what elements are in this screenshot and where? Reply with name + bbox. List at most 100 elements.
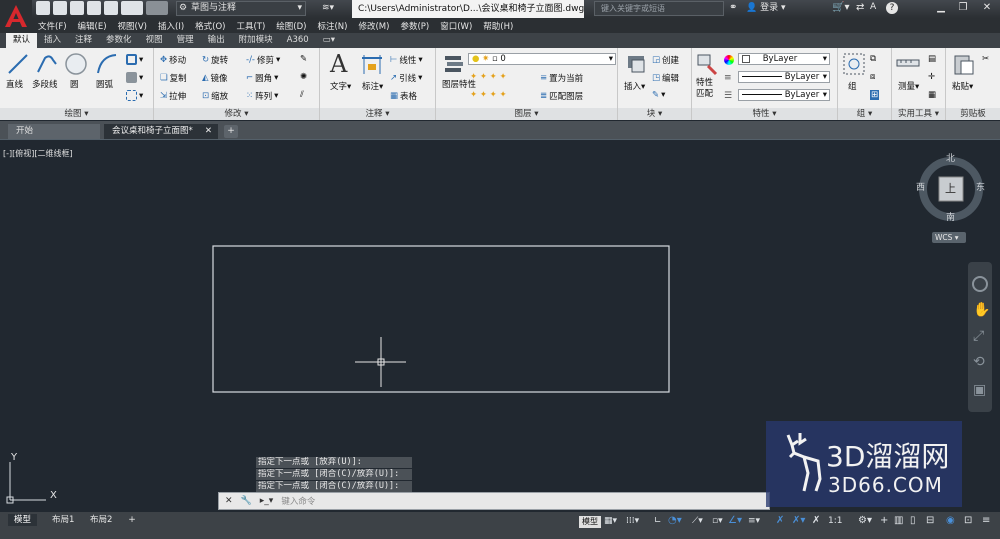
group-button[interactable]: 组: [848, 80, 857, 92]
object-snap-icon[interactable]: ▫▾: [712, 516, 723, 526]
ungroup-icon[interactable]: ⧉: [870, 54, 876, 64]
line-label[interactable]: 直线: [6, 78, 23, 90]
quick-properties-icon[interactable]: ▯: [910, 515, 916, 526]
restore-icon[interactable]: ❐: [952, 0, 974, 16]
dimension-button[interactable]: 标注▾: [362, 80, 383, 92]
exchange-icon[interactable]: ⇄: [856, 2, 864, 13]
fullscreen-icon[interactable]: ⊡: [964, 515, 972, 526]
menu-item[interactable]: 绘图(D): [276, 20, 306, 32]
save-as-icon[interactable]: [87, 1, 101, 15]
point-icon[interactable]: ✛: [928, 72, 935, 82]
annotation-monitor-icon[interactable]: +: [880, 515, 888, 526]
line-icon[interactable]: [6, 52, 30, 76]
customize-icon[interactable]: ≡: [982, 515, 990, 526]
ribbon-tab[interactable]: 注释: [68, 33, 99, 48]
isodraft-icon[interactable]: ⟋▾: [692, 516, 703, 526]
create-block-button[interactable]: ◲ 创建: [652, 54, 679, 66]
zoom-extents-icon[interactable]: ⤢: [973, 328, 984, 344]
arc-icon[interactable]: [95, 52, 119, 76]
orbit-icon[interactable]: ⟲: [973, 354, 985, 370]
compass-north[interactable]: 北: [946, 151, 955, 164]
layer-tools-row2[interactable]: ✦ ✦ ✦ ✦: [470, 90, 507, 100]
application-menu-button[interactable]: [0, 0, 32, 32]
menu-item[interactable]: 参数(P): [400, 20, 429, 32]
set-current-button[interactable]: ≡ 置为当前: [540, 72, 583, 84]
array-button[interactable]: ⁙ 阵列 ▾: [246, 90, 278, 102]
viewcube-top-face[interactable]: 上: [945, 180, 956, 196]
compass-west[interactable]: 西: [916, 180, 925, 193]
linetype-dropdown[interactable]: ByLayer ▾: [738, 71, 830, 83]
group-icon[interactable]: [842, 52, 866, 76]
steering-wheel-icon[interactable]: [972, 276, 988, 292]
annotation-panel-title[interactable]: 注释 ▾: [320, 108, 435, 120]
rectangle-icon[interactable]: ▾: [126, 54, 143, 65]
compass-east[interactable]: 东: [976, 180, 985, 193]
hatch-icon[interactable]: ▾: [126, 72, 143, 83]
groups-panel-title[interactable]: 组 ▾: [838, 108, 891, 120]
ribbon-tab[interactable]: 参数化: [99, 33, 139, 48]
polar-icon[interactable]: ◔▾: [668, 515, 682, 526]
table-button[interactable]: ▦ 表格: [390, 90, 417, 102]
open-file-icon[interactable]: [53, 1, 67, 15]
menu-item[interactable]: 标注(N): [317, 20, 347, 32]
wcs-menu[interactable]: WCS ▾: [932, 232, 966, 243]
explode-icon[interactable]: ✺: [300, 72, 307, 82]
binoculars-icon[interactable]: ⚭: [729, 2, 737, 13]
ortho-icon[interactable]: ∟: [654, 516, 662, 526]
match-properties-icon[interactable]: [696, 52, 720, 76]
ribbon-options-icon[interactable]: ▭▾: [316, 33, 342, 48]
attribute-icon[interactable]: ✎ ▾: [652, 90, 665, 100]
grid-icon[interactable]: ▦▾: [604, 516, 617, 526]
isolate-objects-icon[interactable]: ◉: [946, 515, 955, 526]
calculator-icon[interactable]: ▦: [928, 90, 936, 100]
menu-item[interactable]: 帮助(H): [483, 20, 513, 32]
clipboard-panel-title[interactable]: 剪贴板: [946, 108, 1000, 120]
arc-label[interactable]: 圆弧: [96, 78, 113, 90]
rotate-button[interactable]: ↻ 旋转: [202, 54, 228, 66]
save-icon[interactable]: [70, 1, 84, 15]
ribbon-tab[interactable]: 附加模块: [232, 33, 280, 48]
ribbon-tab[interactable]: 插入: [37, 33, 68, 48]
cut-icon[interactable]: ✂: [982, 54, 989, 64]
new-tab-button[interactable]: +: [224, 125, 238, 138]
close-icon[interactable]: ✕: [976, 0, 998, 16]
pan-icon[interactable]: ✋: [973, 302, 990, 318]
circle-label[interactable]: 圆: [70, 78, 79, 90]
undo-icon[interactable]: [121, 1, 143, 15]
copy-button[interactable]: ❏ 复制: [160, 72, 187, 84]
ribbon-tab[interactable]: 视图: [139, 33, 170, 48]
ribbon-tab[interactable]: 默认: [6, 33, 38, 48]
tab-drawing[interactable]: 会议桌和椅子立面图* ✕: [104, 124, 218, 139]
search-input[interactable]: 键入关键字或短语: [594, 1, 724, 16]
menu-item[interactable]: 窗口(W): [440, 20, 472, 32]
offset-icon[interactable]: ⫽: [300, 90, 304, 100]
layout-tab-layout1[interactable]: 布局1: [46, 514, 80, 526]
mirror-button[interactable]: ◭ 镜像: [202, 72, 228, 84]
quick-select-icon[interactable]: ▤: [928, 54, 936, 64]
showmotion-icon[interactable]: ▣: [973, 382, 986, 398]
menu-item[interactable]: 文件(F): [38, 20, 67, 32]
workspace-selector[interactable]: ⚙ 草图与注释 ▾: [176, 1, 306, 16]
layer-properties-icon[interactable]: [442, 52, 466, 76]
lineweight-dropdown[interactable]: ByLayer ▾: [738, 89, 830, 101]
minimize-icon[interactable]: ▁: [930, 0, 952, 16]
menu-item[interactable]: 插入(I): [158, 20, 184, 32]
modify-panel-title[interactable]: 修改 ▾: [154, 108, 319, 120]
ribbon-tab[interactable]: 管理: [170, 33, 201, 48]
circle-icon[interactable]: [64, 52, 88, 76]
table-rectangle[interactable]: [212, 245, 670, 393]
units-icon[interactable]: ▥: [894, 515, 903, 526]
close-icon[interactable]: ✕: [205, 124, 212, 139]
help-icon[interactable]: ?: [886, 2, 898, 14]
measure-button[interactable]: 测量▾: [898, 80, 919, 92]
share-icon[interactable]: ≋▾: [322, 3, 342, 15]
insert-block-icon[interactable]: [624, 52, 648, 76]
insert-button[interactable]: 插入▾: [624, 80, 645, 92]
properties-panel-title[interactable]: 特性 ▾: [692, 108, 837, 120]
ribbon-tab[interactable]: 输出: [201, 33, 232, 48]
menu-item[interactable]: 编辑(E): [78, 20, 107, 32]
linear-button[interactable]: ⊢ 线性 ▾: [390, 54, 423, 66]
leader-button[interactable]: ↗ 引线 ▾: [390, 72, 422, 84]
tab-start[interactable]: 开始: [8, 124, 100, 139]
match-layer-button[interactable]: ≣ 匹配图层: [540, 90, 583, 102]
